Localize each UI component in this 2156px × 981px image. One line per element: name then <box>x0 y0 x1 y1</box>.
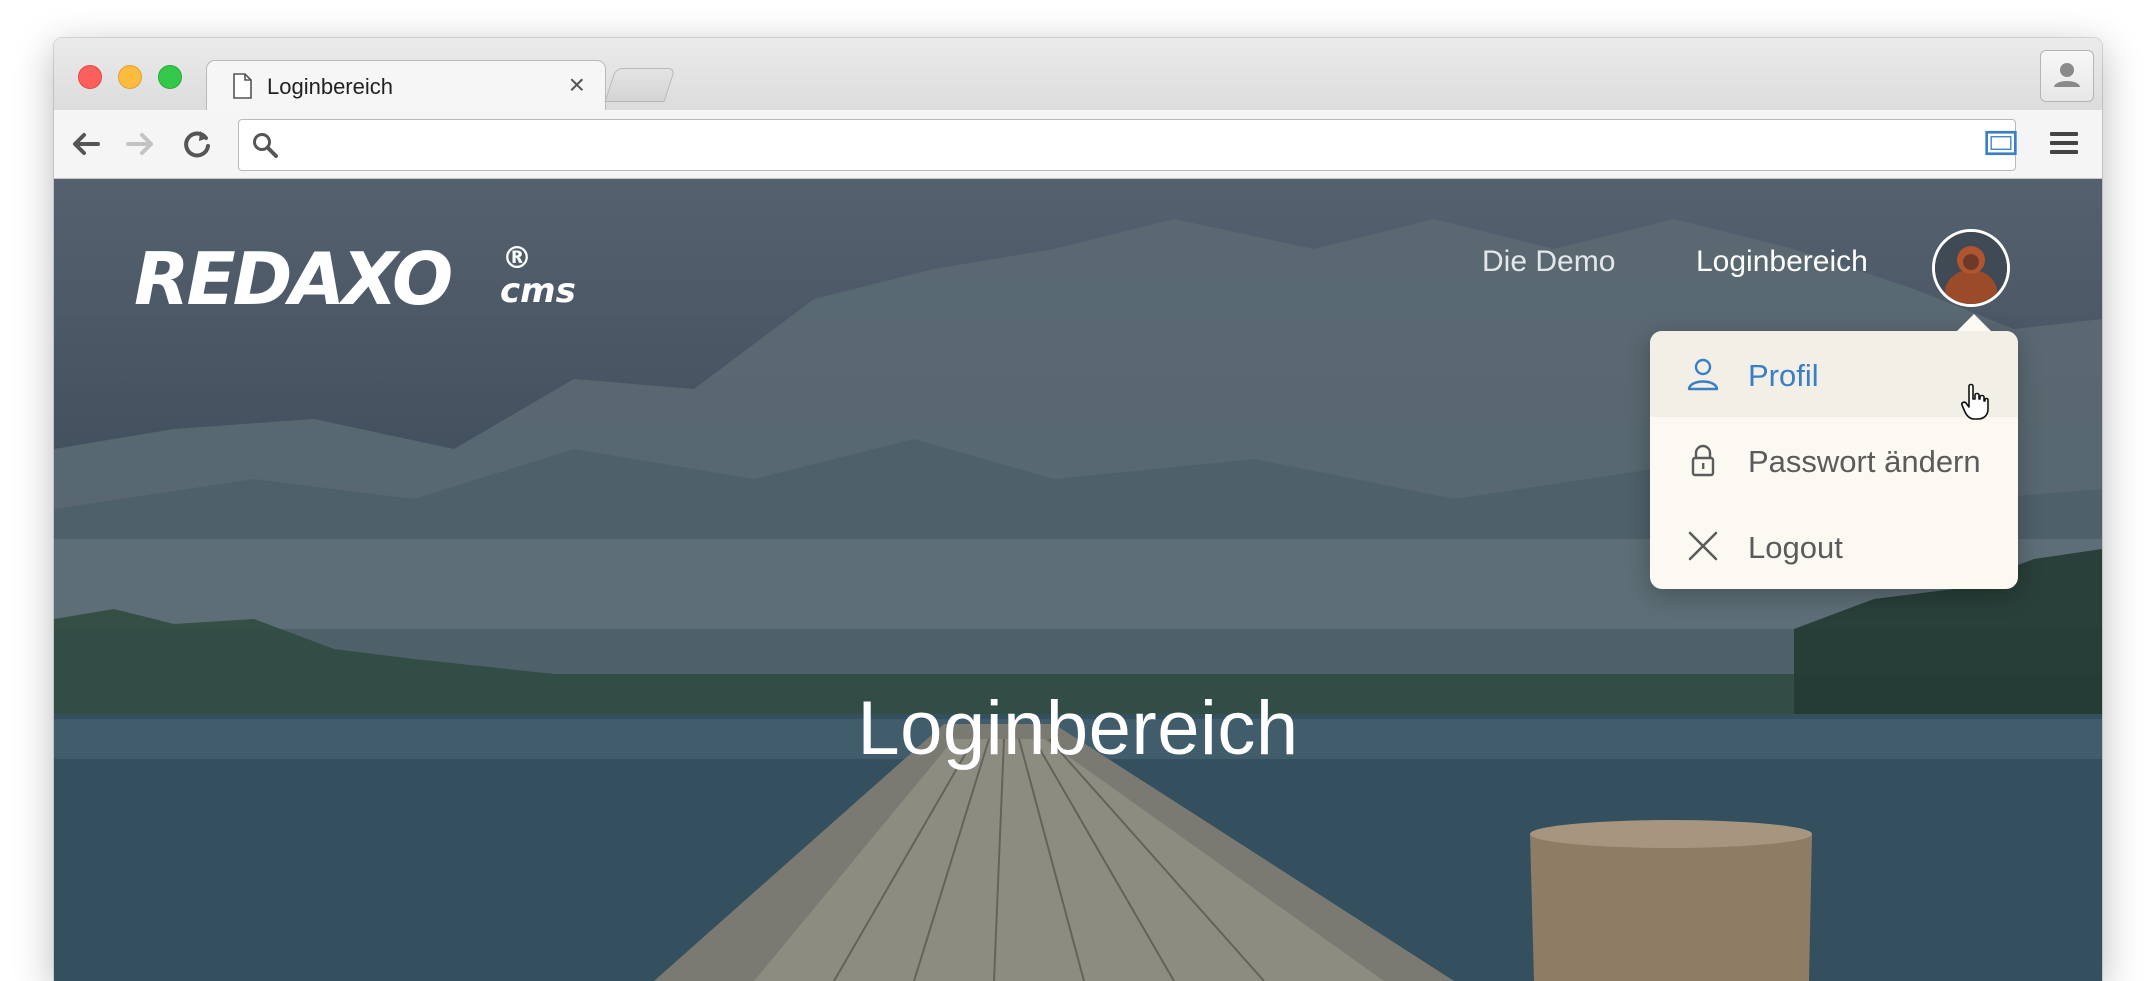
redaxo-logo[interactable]: REDAXO ® cms <box>134 237 576 321</box>
lock-icon <box>1691 444 1715 477</box>
window-zoom-button[interactable] <box>158 65 182 89</box>
user-icon <box>1687 358 1719 391</box>
back-arrow-icon[interactable] <box>68 127 102 161</box>
tab-title: Loginbereich <box>267 74 393 99</box>
active-tab[interactable]: Loginbereich × <box>206 60 606 112</box>
menu-item-label: Profil <box>1748 358 1819 393</box>
page-title: Loginbereich <box>857 685 1299 771</box>
user-dropdown-menu: Profil Passwort ändern Logout <box>1650 314 2018 589</box>
close-icon <box>1688 531 1718 561</box>
window-minimize-button[interactable] <box>118 65 142 89</box>
search-icon <box>253 133 278 158</box>
page-viewport: REDAXO ® cms Die Demo Loginbereich Profi… <box>54 179 2102 981</box>
menu-item-passwort-aendern[interactable]: Passwort ändern <box>1650 417 2018 503</box>
browser-toolbar <box>54 110 2102 179</box>
cast-screen-icon[interactable] <box>1984 126 2018 160</box>
logo-cms-text: cms <box>500 271 576 311</box>
logo-text: REDAXO <box>134 237 453 321</box>
browser-window: Loginbereich × REDAXO ® cms Die Demo Log… <box>54 38 2102 981</box>
menu-icon[interactable] <box>2047 126 2081 160</box>
tab-close-icon[interactable]: × <box>569 69 585 101</box>
window-close-button[interactable] <box>78 65 102 89</box>
hand-cursor-icon <box>1961 383 1989 420</box>
address-input[interactable] <box>289 120 1993 170</box>
menu-item-logout[interactable]: Logout <box>1650 503 2018 589</box>
nav-link-login[interactable]: Loginbereich <box>1696 245 1868 279</box>
nav-link-demo[interactable]: Die Demo <box>1482 245 1615 279</box>
menu-item-label: Passwort ändern <box>1748 444 1981 479</box>
reload-icon[interactable] <box>180 127 214 161</box>
tab-strip: Loginbereich × <box>54 38 2102 112</box>
person-icon <box>2054 63 2080 87</box>
user-avatar[interactable] <box>1932 229 2010 307</box>
page-icon <box>233 73 252 99</box>
forward-arrow-icon[interactable] <box>124 127 158 161</box>
menu-item-label: Logout <box>1748 530 1843 565</box>
avatar-photo <box>1935 232 2007 304</box>
browser-profile-button[interactable] <box>2040 50 2094 102</box>
new-tab-button[interactable] <box>604 68 676 102</box>
address-bar[interactable] <box>238 119 2016 171</box>
